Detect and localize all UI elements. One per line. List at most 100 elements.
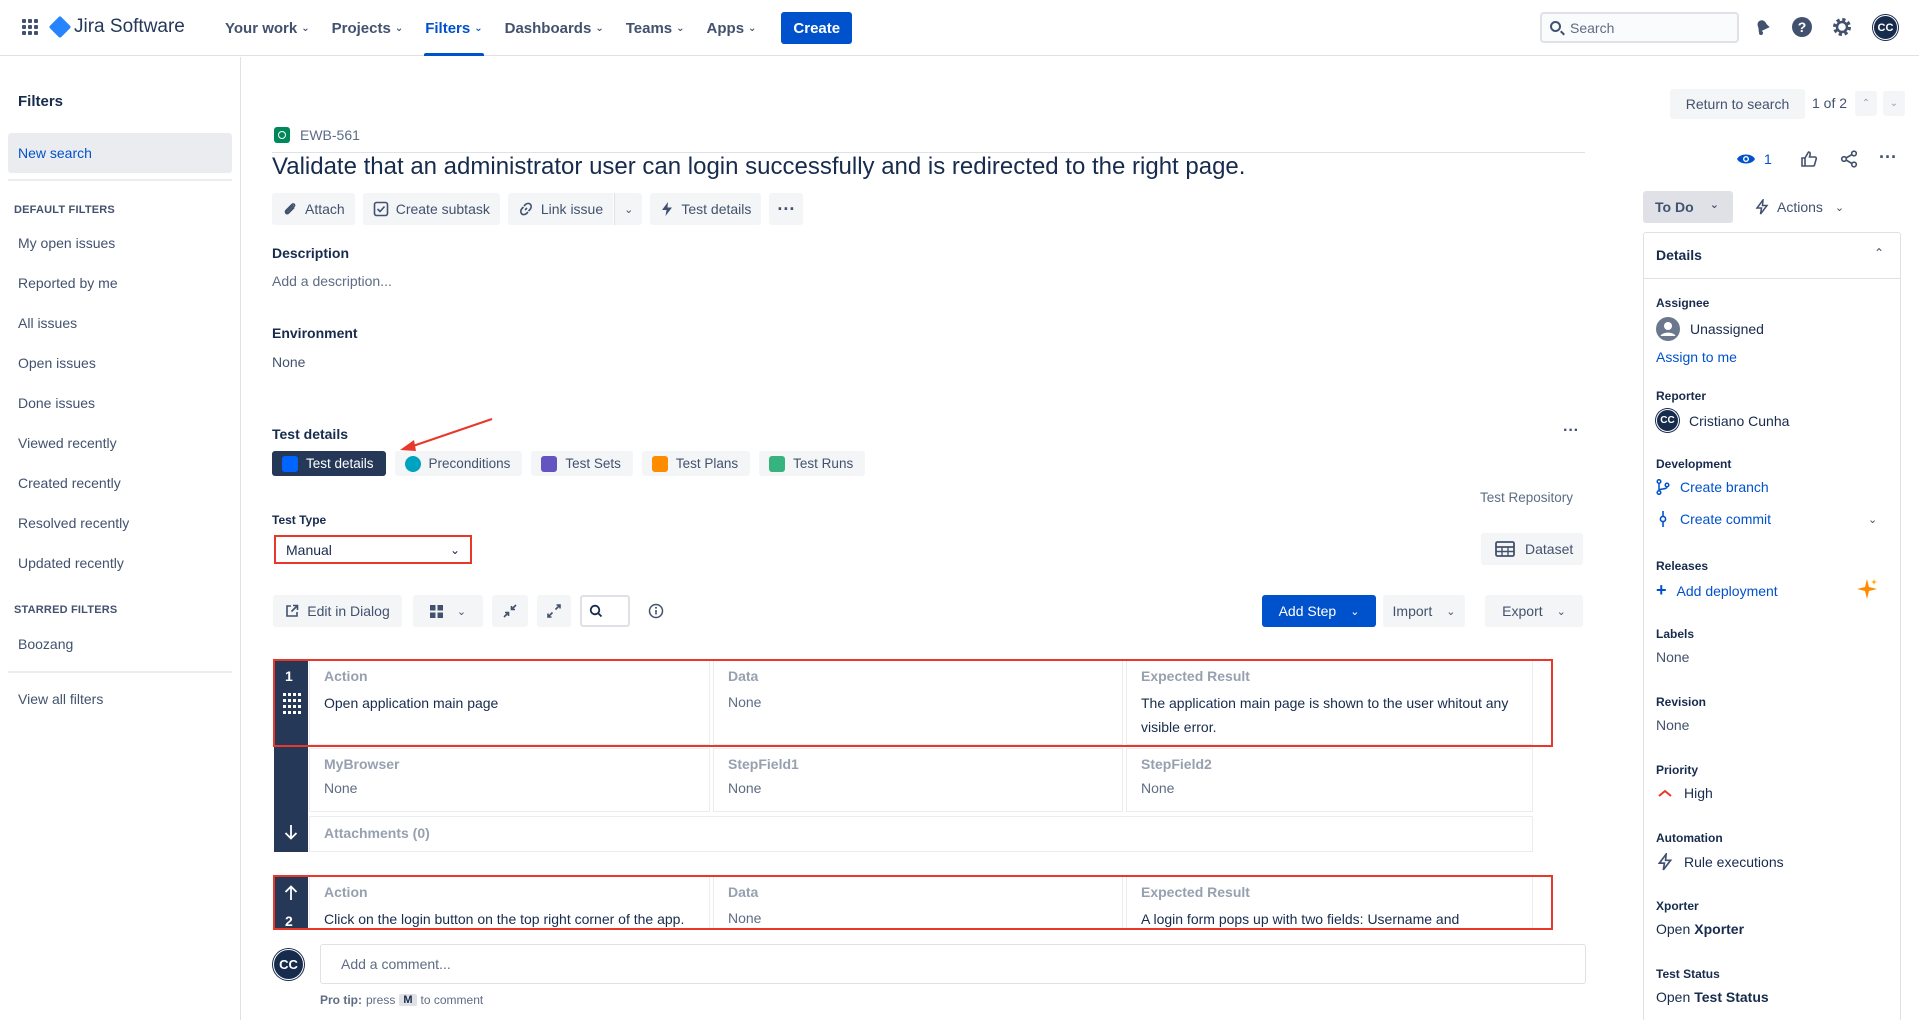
labels-value[interactable]: None	[1656, 649, 1689, 665]
previous-issue-button[interactable]: ⌃	[1855, 91, 1877, 116]
step-attachments-cell[interactable]: Attachments (0)	[309, 816, 1533, 852]
issue-title[interactable]: Validate that an administrator user can …	[272, 153, 1245, 181]
jira-logo[interactable]: Jira Software	[48, 15, 185, 39]
nav-filters[interactable]: Filters ⌄	[416, 0, 491, 56]
assign-to-me-link[interactable]: Assign to me	[1656, 349, 1737, 365]
user-avatar[interactable]: CC	[1873, 15, 1898, 40]
drag-handle-icon[interactable]	[283, 693, 301, 715]
details-panel-header[interactable]: Details ⌃	[1644, 233, 1900, 279]
search-input[interactable]: Search	[1540, 12, 1739, 43]
sidebar-item-updated-recently[interactable]: Updated recently	[18, 555, 124, 571]
view-mode-button[interactable]: ⌄	[413, 595, 483, 627]
step-expected-cell[interactable]: Expected Result A login form pops up wit…	[1126, 876, 1533, 928]
link-issue-button[interactable]: Link issue	[507, 193, 614, 225]
step-action-cell[interactable]: Action Click on the login button on the …	[309, 876, 710, 928]
nav-projects[interactable]: Projects ⌄	[323, 0, 413, 56]
reporter-value[interactable]: CC Cristiano Cunha	[1656, 409, 1789, 432]
sidebar-item-created-recently[interactable]: Created recently	[18, 475, 121, 491]
tab-test-details[interactable]: Test details	[272, 451, 386, 476]
details-panel: Details ⌃ Assignee Unassigned Assign to …	[1643, 232, 1901, 1020]
return-to-search-button[interactable]: Return to search	[1670, 89, 1805, 119]
tab-test-runs[interactable]: Test Runs	[759, 451, 866, 476]
create-branch-link[interactable]: Create branch	[1656, 479, 1769, 495]
sidebar-item-resolved-recently[interactable]: Resolved recently	[18, 515, 129, 531]
automation-label: Automation	[1656, 831, 1723, 845]
test-details-more-icon[interactable]: ···	[1563, 422, 1579, 440]
add-step-button[interactable]: Add Step ⌄	[1262, 595, 1376, 627]
step-custom-field-cell[interactable]: StepField2 None	[1126, 748, 1533, 812]
sidebar-item-viewed-recently[interactable]: Viewed recently	[18, 435, 117, 451]
sidebar-item-view-all-filters[interactable]: View all filters	[18, 691, 103, 707]
step-custom-field-cell[interactable]: MyBrowser None	[309, 748, 710, 812]
step-data-cell[interactable]: Data None	[713, 660, 1123, 745]
edit-in-dialog-button[interactable]: Edit in Dialog	[273, 595, 402, 627]
tab-test-sets[interactable]: Test Sets	[531, 451, 633, 476]
step-rail[interactable]: 1	[274, 660, 308, 852]
watch-button[interactable]: 1	[1736, 151, 1772, 167]
sidebar-divider	[8, 179, 232, 181]
share-icon[interactable]	[1840, 150, 1858, 171]
chevron-down-icon: ⌄	[595, 22, 604, 34]
like-icon[interactable]	[1800, 150, 1818, 171]
open-test-status-link[interactable]: Open Test Status	[1656, 989, 1769, 1005]
step-expected-cell[interactable]: Expected Result The application main pag…	[1126, 660, 1533, 745]
environment-value[interactable]: None	[272, 354, 305, 370]
step-custom-field-cell[interactable]: StepField1 None	[713, 748, 1123, 812]
more-icon[interactable]: ···	[1879, 147, 1897, 168]
step-data-cell[interactable]: Data None	[713, 876, 1123, 928]
chevron-up-icon[interactable]: ⌃	[1874, 246, 1884, 260]
app-switcher-icon[interactable]	[22, 19, 38, 35]
step-action-cell[interactable]: Action Open application main page	[309, 660, 710, 745]
status-button[interactable]: To Do ⌄	[1643, 191, 1733, 223]
settings-gear-icon[interactable]	[1830, 15, 1854, 39]
nav-teams[interactable]: Teams ⌄	[617, 0, 694, 56]
link-issue-dropdown[interactable]: ⌄	[614, 193, 643, 225]
next-issue-button[interactable]: ⌄	[1883, 91, 1905, 116]
collapse-button[interactable]	[492, 595, 528, 627]
sidebar-item-new-search[interactable]: New search	[8, 133, 232, 173]
sidebar-item-done-issues[interactable]: Done issues	[18, 395, 95, 411]
help-icon[interactable]: ?	[1790, 15, 1814, 39]
nav-apps[interactable]: Apps ⌄	[698, 0, 766, 56]
create-commit-link[interactable]: Create commit	[1656, 511, 1771, 527]
export-button[interactable]: Export ⌄	[1485, 595, 1583, 627]
move-down-icon[interactable]	[284, 824, 298, 843]
create-button[interactable]: Create	[781, 12, 853, 44]
expand-button[interactable]	[537, 595, 571, 627]
rule-executions-link[interactable]: Rule executions	[1656, 853, 1784, 871]
assignee-value[interactable]: Unassigned	[1656, 317, 1764, 341]
test-details-button[interactable]: Test details	[650, 193, 762, 225]
tab-preconditions[interactable]: Preconditions	[394, 451, 523, 476]
sidebar-item-reported-by-me[interactable]: Reported by me	[18, 275, 118, 291]
attach-button[interactable]: Attach	[272, 193, 355, 225]
info-icon[interactable]	[648, 603, 664, 622]
import-button[interactable]: Import ⌄	[1383, 595, 1465, 627]
comment-input[interactable]: Add a comment...	[320, 944, 1586, 984]
step-rail[interactable]: 2	[274, 876, 308, 928]
sidebar-item-boozang[interactable]: Boozang	[18, 636, 73, 652]
tab-label: Test Sets	[565, 456, 621, 471]
priority-value[interactable]: High	[1656, 785, 1713, 801]
tab-test-plans[interactable]: Test Plans	[641, 451, 751, 476]
dataset-button[interactable]: Dataset	[1481, 533, 1583, 565]
sparkle-icon[interactable]	[1855, 577, 1879, 604]
description-editor[interactable]: Add a description...	[272, 273, 392, 289]
more-actions-button[interactable]: ···	[769, 193, 804, 225]
issue-key-breadcrumb[interactable]: EWB-561	[274, 127, 360, 143]
actions-button[interactable]: Actions ⌄	[1755, 191, 1844, 223]
notifications-icon[interactable]	[1751, 15, 1775, 39]
open-xporter-link[interactable]: Open Xporter	[1656, 921, 1744, 937]
sidebar-item-my-open-issues[interactable]: My open issues	[18, 235, 115, 251]
step-search-input[interactable]	[580, 595, 630, 627]
sidebar-item-all-issues[interactable]: All issues	[18, 315, 77, 331]
test-type-select[interactable]: Manual ⌄	[274, 535, 472, 564]
move-up-icon[interactable]	[284, 885, 298, 904]
chevron-down-icon[interactable]: ⌄	[1868, 513, 1877, 526]
nav-dashboards[interactable]: Dashboards ⌄	[496, 0, 613, 56]
create-subtask-button[interactable]: Create subtask	[362, 193, 500, 225]
sidebar-item-open-issues[interactable]: Open issues	[18, 355, 96, 371]
add-deployment-link[interactable]: + Add deployment	[1656, 580, 1778, 601]
test-repository-link[interactable]: Test Repository	[1480, 490, 1573, 505]
revision-value[interactable]: None	[1656, 717, 1689, 733]
nav-your-work[interactable]: Your work ⌄	[216, 0, 319, 56]
